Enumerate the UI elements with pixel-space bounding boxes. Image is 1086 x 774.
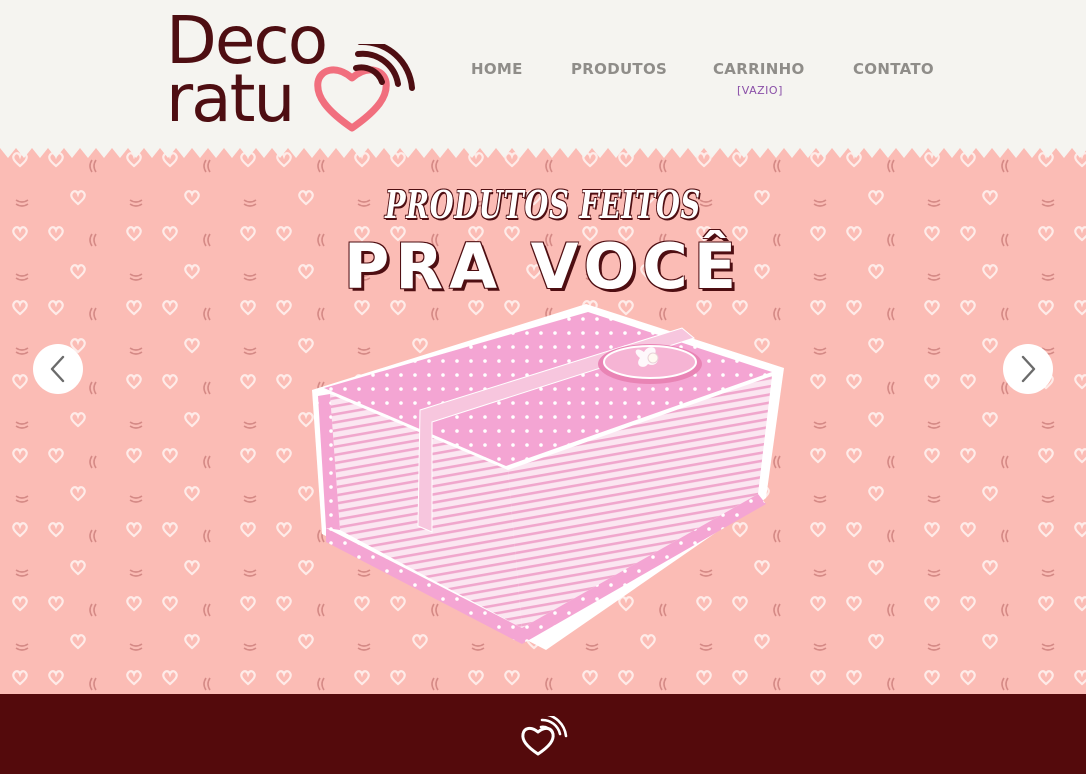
hero-banner: PRODUTOS FEITOS PRA VOCÊ (0, 146, 1086, 694)
chevron-left-icon (50, 355, 65, 383)
site-footer (0, 694, 1086, 774)
nav-home-link[interactable]: HOME (471, 60, 523, 78)
zigzag-border (0, 146, 1086, 162)
nav-contato-link[interactable]: CONTATO (853, 60, 934, 78)
chevron-right-icon (1021, 355, 1036, 383)
product-image (312, 304, 784, 650)
cart-status-badge: [VAZIO] (737, 84, 783, 97)
nav-produtos-link[interactable]: PRODUTOS (571, 60, 667, 78)
carousel-prev-button[interactable] (33, 344, 83, 394)
carousel-next-button[interactable] (1003, 344, 1053, 394)
heart-signal-icon (521, 716, 568, 756)
main-nav: HOME PRODUTOS CARRINHO CONTATO (0, 60, 1086, 100)
hero-title: PRA VOCÊ (343, 230, 743, 303)
nav-carrinho-link[interactable]: CARRINHO (713, 60, 805, 78)
site-header: Deco ratu HOME PRODUTOS CARRINHO CONTATO… (0, 0, 1086, 160)
hero-subtitle: PRODUTOS FEITOS (384, 182, 702, 227)
